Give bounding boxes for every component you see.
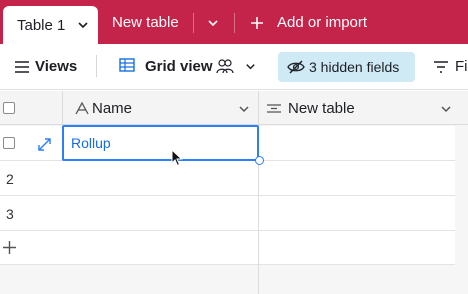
fill-handle[interactable] — [255, 156, 264, 165]
active-cell[interactable]: Rollup — [62, 125, 259, 161]
grid-view-button[interactable]: Grid view — [145, 58, 213, 75]
column-header-label: New table — [288, 100, 355, 117]
add-or-import-button[interactable]: Add or import — [277, 14, 367, 31]
chevron-down-icon[interactable] — [76, 18, 90, 32]
row-number: 2 — [6, 171, 14, 187]
tab-divider — [234, 13, 235, 33]
row-number: 3 — [6, 206, 14, 222]
menu-icon[interactable] — [14, 60, 30, 74]
column-header-new-table[interactable]: New table — [258, 91, 468, 125]
views-button[interactable]: Views — [35, 58, 77, 75]
select-all-checkbox[interactable] — [3, 102, 15, 114]
plus-icon[interactable] — [250, 16, 264, 30]
mouse-cursor-icon — [171, 149, 183, 167]
linked-record-icon — [267, 104, 281, 113]
chevron-down-icon[interactable] — [206, 16, 220, 30]
table-tab-bar: Table 1 New table Add or import — [0, 0, 468, 44]
table-cell[interactable] — [62, 196, 258, 231]
tab-divider — [193, 13, 194, 33]
text-field-type-icon — [75, 102, 89, 115]
column-header-label: Name — [92, 100, 133, 117]
add-record-row[interactable] — [0, 231, 455, 265]
hidden-fields-label: 3 hidden fields — [309, 59, 400, 75]
hidden-fields-button[interactable]: 3 hidden fields — [278, 52, 415, 82]
table-cell[interactable] — [258, 126, 455, 161]
table-row[interactable]: 3 — [0, 196, 455, 231]
column-header-name[interactable]: Name — [62, 91, 259, 125]
table-cell[interactable] — [258, 161, 455, 196]
chevron-down-icon[interactable] — [238, 103, 250, 115]
collaborators-icon[interactable] — [216, 58, 234, 74]
chevron-down-icon[interactable] — [244, 60, 257, 73]
table-cell[interactable] — [258, 196, 455, 231]
filter-icon[interactable] — [433, 60, 449, 74]
tab-label: Table 1 — [17, 16, 66, 34]
tab-table-1[interactable]: Table 1 — [3, 6, 98, 44]
grid-view-icon — [119, 58, 135, 72]
plus-icon[interactable] — [3, 241, 16, 254]
row-checkbox[interactable] — [3, 137, 15, 149]
eye-slash-icon — [287, 60, 305, 74]
table-cell[interactable] — [62, 161, 258, 196]
filter-button[interactable]: Filter — [455, 58, 468, 75]
tab-new-table[interactable]: New table — [112, 14, 179, 31]
cell-value: Rollup — [71, 135, 111, 151]
grid: Name New table 2 3 Rollup — [0, 91, 468, 294]
expand-record-icon[interactable] — [38, 138, 51, 151]
toolbar-divider — [96, 55, 97, 77]
chevron-down-icon[interactable] — [440, 103, 452, 115]
view-toolbar: Views Grid view 3 hidden fields Filter — [0, 44, 468, 90]
grid-header: Name New table — [0, 91, 468, 125]
table-row[interactable]: 2 — [0, 161, 455, 196]
